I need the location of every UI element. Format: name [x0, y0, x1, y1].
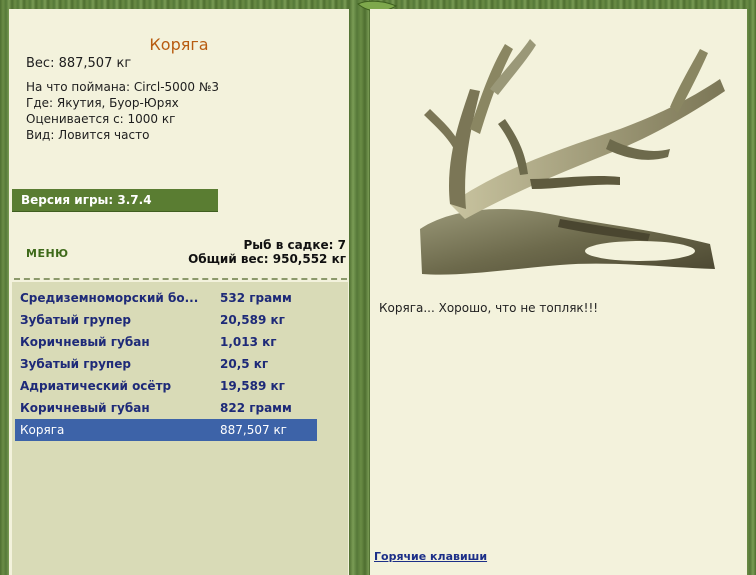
info-panel: Коряга Вес: 887,507 кг На что поймана: C…	[9, 9, 349, 575]
panel-divider	[349, 0, 371, 575]
catch-weight: 20,589 кг	[220, 313, 285, 327]
catch-weight: 19,589 кг	[220, 379, 285, 393]
keepnet-stats: Рыб в садке: 7 Общий вес: 950,552 кг	[188, 238, 346, 266]
catch-name: Коричневый губан	[20, 335, 150, 349]
catch-list: Средиземноморский бо... 532 грамм Зубаты…	[12, 282, 348, 575]
catch-name: Средиземноморский бо...	[20, 291, 199, 305]
fish-count: Рыб в садке: 7	[243, 238, 347, 252]
preview-panel: Коряга... Хорошо, что не топляк!!! Горяч…	[370, 9, 747, 575]
catch-weight: 1,013 кг	[220, 335, 277, 349]
catch-name: Зубатый групер	[20, 357, 131, 371]
catch-message: Коряга... Хорошо, что не топляк!!!	[379, 301, 599, 315]
item-frequency: Вид: Ловится часто	[26, 128, 150, 142]
hotkeys-link[interactable]: Горячие клавиши	[374, 550, 487, 563]
item-location: Где: Якутия, Буор-Юрях	[26, 96, 179, 110]
catch-list-item[interactable]: Средиземноморский бо... 532 грамм	[15, 287, 317, 309]
catch-name: Коричневый губан	[20, 401, 150, 415]
catch-weight: 532 грамм	[220, 291, 292, 305]
item-valued-from: Оценивается с: 1000 кг	[26, 112, 176, 126]
catch-weight: 887,507 кг	[220, 423, 287, 437]
item-title: Коряга	[149, 35, 209, 54]
catch-weight: 20,5 кг	[220, 357, 269, 371]
menu-button[interactable]: МЕНЮ	[26, 247, 69, 260]
catch-list-item-selected[interactable]: Коряга 887,507 кг	[15, 419, 317, 441]
catch-name: Адриатический осётр	[20, 379, 172, 393]
catch-list-item[interactable]: Коричневый губан 822 грамм	[15, 397, 317, 419]
dashed-divider	[14, 278, 347, 280]
catch-list-item[interactable]: Зубатый групер 20,5 кг	[15, 353, 317, 375]
total-weight: Общий вес: 950,552 кг	[188, 252, 346, 266]
catch-list-item[interactable]: Зубатый групер 20,589 кг	[15, 309, 317, 331]
item-weight: Вес: 887,507 кг	[26, 56, 132, 71]
catch-name: Коряга	[20, 423, 65, 437]
catch-weight: 822 грамм	[220, 401, 292, 415]
catch-list-item[interactable]: Адриатический осётр 19,589 кг	[15, 375, 317, 397]
item-caught-on: На что поймана: Circl-5000 №3	[26, 80, 219, 94]
catch-list-item[interactable]: Коричневый губан 1,013 кг	[15, 331, 317, 353]
driftwood-image	[420, 39, 725, 275]
game-version-bar: Версия игры: 3.7.4	[12, 189, 218, 212]
catch-name: Зубатый групер	[20, 313, 131, 327]
